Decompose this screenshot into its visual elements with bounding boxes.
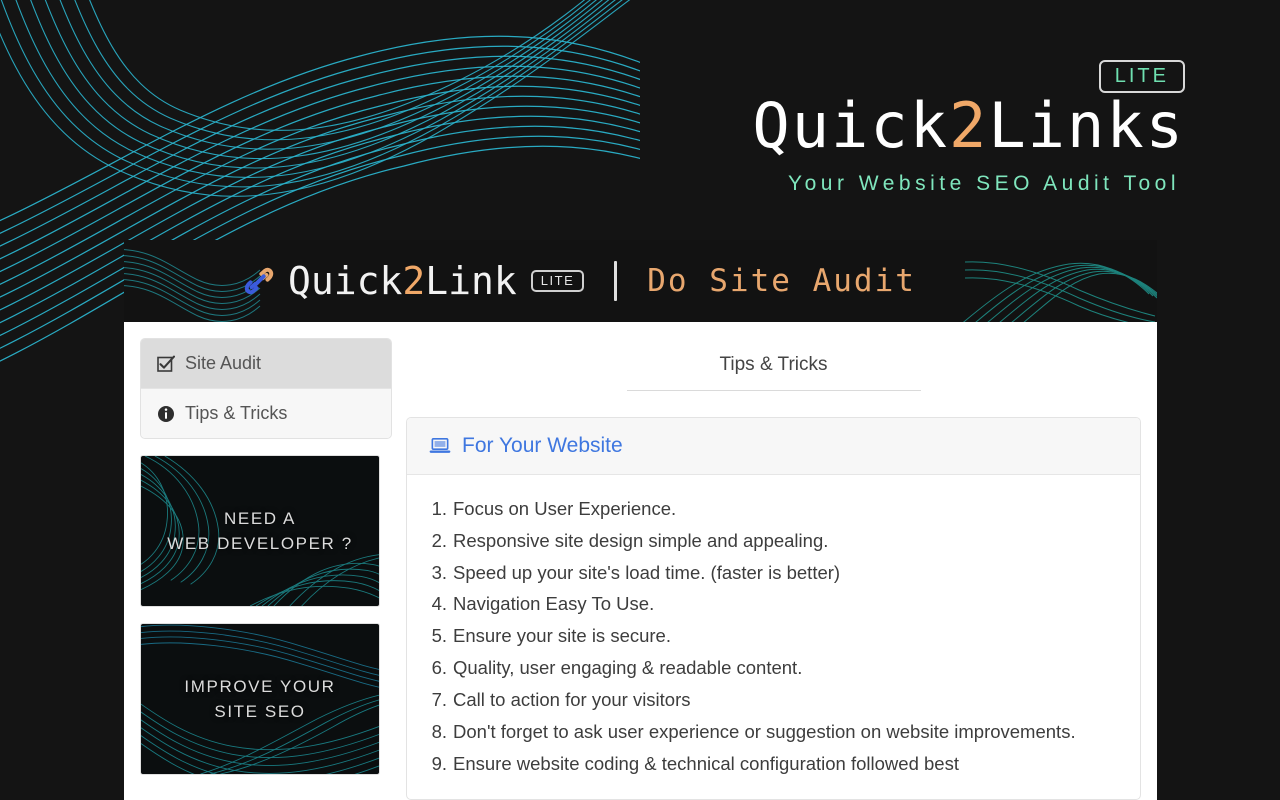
info-circle-icon [158, 405, 174, 422]
promo-banner-web-developer[interactable]: NEED A WEB DEVELOPER ? [140, 455, 380, 607]
do-site-audit-label: Do Site Audit [647, 262, 916, 299]
tips-list: Focus on User Experience. Responsive sit… [407, 475, 1140, 779]
laptop-icon [429, 437, 451, 453]
content-area: Tips & Tricks For Your Website Focus on … [406, 338, 1141, 800]
promo-banner-site-seo[interactable]: IMPROVE YOUR SITE SEO [140, 623, 380, 775]
list-item: Speed up your site's load time. (faster … [423, 557, 841, 589]
hero-banner: LITE Quick2Links Your Website SEO Audit … [0, 0, 1280, 230]
sidebar-item-tips-tricks[interactable]: Tips & Tricks [141, 389, 391, 438]
list-item: Navigation Easy To Use. [423, 588, 655, 620]
page-title: Quick2Links [752, 89, 1185, 162]
list-item: Quality, user engaging & readable conten… [423, 652, 803, 684]
hero-subtitle: Your Website SEO Audit Tool [788, 172, 1180, 195]
sidebar-item-site-audit[interactable]: Site Audit [141, 339, 391, 389]
hero-title-accent: 2 [949, 89, 989, 162]
promo-line-1: NEED A [224, 508, 296, 528]
tab-header: Tips & Tricks [406, 338, 1141, 391]
app-header-brand: Quick2Link [288, 262, 517, 300]
hero-title-part1: Quick [752, 89, 950, 162]
page-root: LITE Quick2Links Your Website SEO Audit … [0, 0, 1280, 800]
sidebar-item-label: Tips & Tricks [185, 403, 288, 423]
promo-line-1: IMPROVE YOUR [184, 676, 336, 696]
header-divider [614, 261, 618, 301]
promo-line-2: WEB DEVELOPER ? [167, 534, 353, 553]
hdr-brand-part1: Quick [288, 259, 403, 303]
hdr-brand-accent: 2 [402, 259, 426, 303]
tab-underline [626, 390, 921, 391]
app-header-lite-badge: LITE [530, 270, 585, 292]
sidebar-nav: Site Audit Tips & Tricks [140, 338, 392, 439]
list-item: Call to action for your visitors [423, 684, 691, 716]
list-item: Ensure website coding & technical config… [423, 748, 959, 780]
tab-tips-tricks[interactable]: Tips & Tricks [719, 354, 827, 390]
checkbox-checked-icon [157, 355, 175, 372]
list-item: Don't forget to ask user experience or s… [423, 716, 1076, 748]
promo-banner-text: NEED A WEB DEVELOPER ? [167, 506, 353, 557]
promo-banner-text: IMPROVE YOUR SITE SEO [184, 674, 335, 725]
hdr-brand-part2: Link [425, 259, 517, 303]
link-icon [244, 267, 274, 295]
app-panel: Site Audit Tips & Tricks NEED A WEB DEVE… [124, 322, 1157, 800]
decorative-wave-lines-header-right [962, 261, 1157, 322]
tips-card-header: For Your Website [407, 418, 1140, 475]
list-item: Responsive site design simple and appeal… [423, 525, 829, 557]
tips-card-title: For Your Website [462, 434, 623, 457]
promo-line-2: SITE SEO [214, 702, 306, 721]
sidebar-item-label: Site Audit [185, 353, 262, 373]
tips-card: For Your Website Focus on User Experienc… [406, 417, 1141, 800]
hero-title-part2: Links [988, 89, 1185, 162]
list-item: Focus on User Experience. [423, 493, 677, 525]
sidebar: Site Audit Tips & Tricks NEED A WEB DEVE… [140, 338, 392, 800]
list-item: Ensure your site is secure. [423, 620, 671, 652]
app-header-bar: Quick2Link LITE Do Site Audit [124, 240, 1157, 322]
